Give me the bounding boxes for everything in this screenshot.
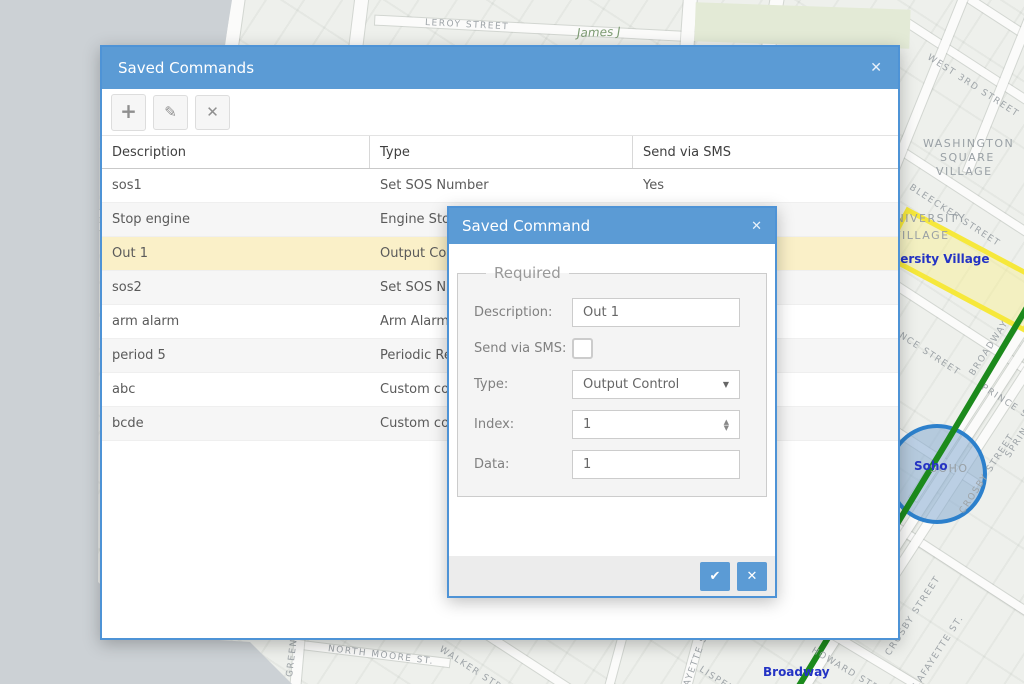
saved-command-titlebar[interactable]: Saved Command ✕ <box>449 208 775 244</box>
delete-command-button[interactable]: ✕ <box>195 95 230 130</box>
index-label: Index: <box>474 417 572 432</box>
description-input[interactable] <box>572 298 740 327</box>
description-field-row: Description: <box>474 298 750 327</box>
close-icon[interactable]: ✕ <box>870 60 882 76</box>
data-field-row: Data: <box>474 450 750 479</box>
map-label: Soho <box>914 459 948 473</box>
saved-commands-title: Saved Commands <box>118 59 254 77</box>
description-label: Description: <box>474 305 572 320</box>
commands-toolbar: + ✎ ✕ <box>102 89 898 135</box>
index-field-row: Index: 1 ▲ ▼ <box>474 410 750 439</box>
cell-sms: Yes <box>633 178 898 193</box>
saved-command-title: Saved Command <box>462 217 590 235</box>
table-row[interactable]: sos1 Set SOS Number Yes <box>102 169 898 203</box>
cell-description: bcde <box>102 416 370 431</box>
index-stepper[interactable]: 1 ▲ ▼ <box>572 410 740 439</box>
chevron-down-icon: ▼ <box>723 380 729 389</box>
column-header-description[interactable]: Description <box>102 136 370 168</box>
type-select-value: Output Control <box>583 377 679 392</box>
ok-button[interactable]: ✔ <box>700 562 730 591</box>
column-header-type[interactable]: Type <box>370 136 633 168</box>
spinner-arrows[interactable]: ▲ ▼ <box>724 419 729 431</box>
map-label: WASHINGTON <box>923 137 1014 150</box>
plus-icon: + <box>120 99 137 123</box>
spinner-down-icon[interactable]: ▼ <box>724 425 729 431</box>
cell-description: period 5 <box>102 348 370 363</box>
required-fieldset: Required Description: Send via SMS: Type… <box>457 264 767 497</box>
app-viewport: LEROY STREETJames JWEST 3RD STREETWASHIN… <box>0 0 1024 684</box>
index-value: 1 <box>583 417 591 432</box>
map-label: VILLAGE <box>893 229 950 242</box>
close-icon[interactable]: ✕ <box>751 219 762 234</box>
data-input[interactable] <box>572 450 740 479</box>
cell-description: abc <box>102 382 370 397</box>
required-legend: Required <box>486 264 569 282</box>
send-via-sms-checkbox[interactable] <box>572 338 593 359</box>
close-icon: ✕ <box>747 569 758 584</box>
map-label: James J <box>577 24 621 40</box>
type-field-row: Type: Output Control ▼ <box>474 370 750 399</box>
map-label: Broadway <box>763 665 830 679</box>
cell-description: sos2 <box>102 280 370 295</box>
saved-command-body: Required Description: Send via SMS: Type… <box>449 244 775 556</box>
park-area <box>694 2 910 48</box>
sms-field-row: Send via SMS: <box>474 338 750 359</box>
edit-command-button[interactable]: ✎ <box>153 95 188 130</box>
delete-icon: ✕ <box>206 103 219 121</box>
cell-description: arm alarm <box>102 314 370 329</box>
column-header-sms[interactable]: Send via SMS <box>633 136 898 168</box>
table-header: Description Type Send via SMS <box>102 135 898 169</box>
saved-command-footer: ✔ ✕ <box>449 556 775 596</box>
sms-label: Send via SMS: <box>474 341 572 356</box>
saved-command-dialog: Saved Command ✕ Required Description: Se… <box>447 206 777 598</box>
map-label: VILLAGE <box>936 165 993 178</box>
data-label: Data: <box>474 457 572 472</box>
saved-commands-titlebar[interactable]: Saved Commands ✕ <box>102 47 898 89</box>
type-select[interactable]: Output Control ▼ <box>572 370 740 399</box>
cell-description: Stop engine <box>102 212 370 227</box>
cancel-button[interactable]: ✕ <box>737 562 767 591</box>
cell-type: Set SOS Number <box>370 178 633 193</box>
cell-description: sos1 <box>102 178 370 193</box>
check-icon: ✔ <box>710 569 721 584</box>
type-label: Type: <box>474 377 572 392</box>
map-label: SQUARE <box>940 151 995 164</box>
pencil-icon: ✎ <box>164 103 177 121</box>
add-command-button[interactable]: + <box>111 94 146 131</box>
cell-description: Out 1 <box>102 246 370 261</box>
